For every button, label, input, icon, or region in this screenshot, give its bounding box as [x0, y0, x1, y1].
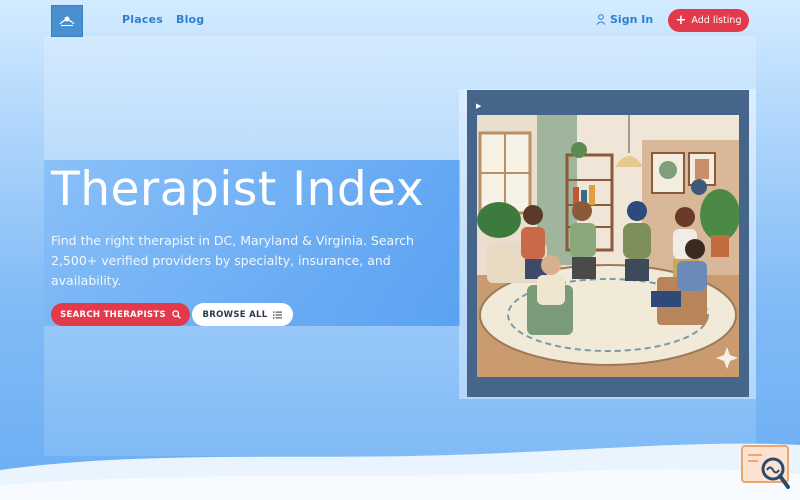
logo-icon	[59, 16, 75, 26]
add-listing-button[interactable]: + Add listing	[668, 9, 749, 32]
search-icon	[172, 310, 181, 319]
nav-link-blog[interactable]: Blog	[176, 13, 204, 26]
list-icon	[273, 311, 283, 318]
group-therapy-illustration	[477, 115, 739, 377]
search-therapists-label: SEARCH THERAPISTS	[60, 309, 166, 320]
nav-link-places[interactable]: Places	[122, 13, 163, 26]
browse-all-label: BROWSE ALL	[202, 309, 268, 320]
add-listing-label: Add listing	[691, 15, 742, 26]
signin-label: Sign In	[610, 13, 654, 26]
search-therapists-button[interactable]: SEARCH THERAPISTS	[51, 303, 190, 326]
hero-subtitle: Find the right therapist in DC, Maryland…	[51, 233, 414, 288]
user-icon	[596, 14, 606, 25]
site-logo[interactable]	[51, 5, 83, 37]
search-brand-icon[interactable]	[740, 443, 792, 491]
play-icon[interactable]: ▶	[476, 102, 481, 110]
browse-all-button[interactable]: BROWSE ALL	[192, 303, 293, 326]
bottom-wave	[0, 443, 800, 500]
plus-icon: +	[675, 13, 687, 28]
page-title: Therapist Index	[51, 162, 425, 217]
signin-link[interactable]: Sign In	[596, 13, 653, 26]
